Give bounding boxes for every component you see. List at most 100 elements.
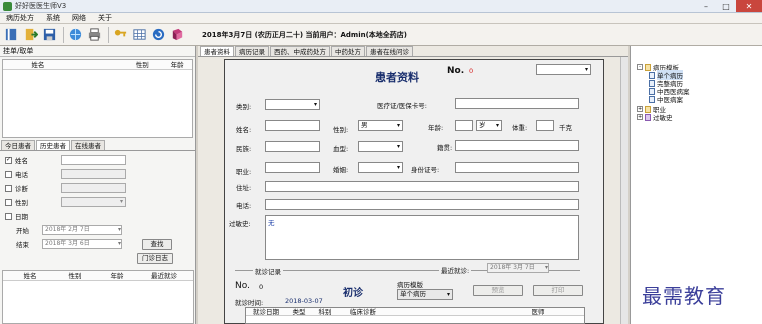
col-age[interactable]: 年龄	[162, 60, 192, 69]
recent-visit-label: 最近就诊:	[439, 265, 472, 275]
idcard-label: 身份证号:	[411, 166, 440, 174]
address-input[interactable]	[265, 181, 579, 192]
hist-col-gender[interactable]: 性别	[55, 271, 95, 280]
end-date-picker[interactable]: 2018年 3月 6日 ▾	[42, 239, 122, 249]
category-label: 类别:	[236, 103, 252, 111]
hist-col-name[interactable]: 姓名	[15, 271, 45, 280]
phone-checkbox[interactable]	[5, 170, 12, 178]
expand-icon[interactable]: +	[637, 114, 643, 120]
gender-select[interactable]: 男	[358, 120, 403, 131]
ethnic-input[interactable]	[265, 141, 320, 152]
tab-chinese-prescription[interactable]: 中药处方	[331, 46, 365, 56]
collapse-icon[interactable]: -	[637, 64, 643, 70]
allergy-textarea[interactable]: 无	[265, 215, 579, 260]
tab-online[interactable]: 在线患者	[71, 140, 105, 150]
key-icon[interactable]	[112, 26, 129, 43]
exit-icon[interactable]	[22, 26, 39, 43]
end-label: 结束	[16, 241, 29, 249]
col-gender[interactable]: 性别	[122, 60, 162, 69]
menu-network[interactable]: 网络	[66, 13, 92, 23]
gender-filter-select[interactable]: ▾	[61, 197, 126, 207]
age-unit-select[interactable]: 岁	[476, 120, 502, 131]
print-button[interactable]: 打印	[533, 285, 583, 296]
tab-history[interactable]: 历史患者	[36, 140, 70, 150]
tab-western-prescription[interactable]: 西药、中成药处方	[270, 46, 330, 56]
clinic-log-button[interactable]: 门诊日志	[137, 253, 173, 264]
left-panel: 挂单/取单 姓名 性别 年龄 今日患者 历史患者 在线患者 ✓ 姓名 电话 诊断…	[0, 46, 196, 324]
status-text: 2018年3月7日 (农历正月二十) 当前用户：Admin(本地全药店)	[202, 30, 407, 39]
book-icon[interactable]	[3, 26, 20, 43]
weight-input[interactable]	[536, 120, 554, 131]
refresh-icon[interactable]	[150, 26, 167, 43]
tab-today[interactable]: 今日患者	[1, 140, 35, 150]
date-checkbox[interactable]	[5, 212, 12, 220]
name-label: 姓名:	[236, 126, 252, 134]
hist-col-recent[interactable]: 最近就诊	[139, 271, 189, 280]
minimize-button[interactable]: –	[696, 0, 716, 12]
visit-col-doctor[interactable]: 医师	[528, 308, 548, 316]
marriage-label: 婚姻:	[333, 166, 349, 174]
diagnosis-checkbox[interactable]	[5, 184, 12, 192]
printer-icon[interactable]	[86, 26, 103, 43]
maximize-button[interactable]: □	[716, 0, 736, 12]
filter-gender-row: 性别 ▾	[0, 195, 195, 209]
record-tabs: 患者资料 病历记录 西药、中成药处方 中药处方 患者在线问诊	[198, 46, 628, 57]
ethnic-label: 民族:	[236, 145, 252, 153]
start-date-picker[interactable]: 2018年 2月 7日 ▾	[42, 225, 122, 235]
no-value: 0	[469, 67, 474, 75]
category-select[interactable]	[265, 99, 320, 110]
tool-icon	[645, 113, 651, 121]
visit-col-dept[interactable]: 科别	[312, 308, 338, 316]
name-input[interactable]	[265, 120, 320, 131]
search-button[interactable]: 查找	[142, 238, 172, 250]
weight-label: 体重:	[512, 124, 528, 132]
age-input[interactable]	[455, 120, 473, 131]
menu-system[interactable]: 系统	[40, 13, 66, 23]
tree-node-allergy[interactable]: + 过敏史	[637, 112, 673, 122]
address-label: 住址:	[236, 184, 252, 192]
tree-node-tcm-case[interactable]: 中医病案	[649, 94, 683, 104]
blood-select[interactable]	[358, 141, 403, 152]
form-scrollbar[interactable]	[620, 57, 628, 324]
close-button[interactable]: ✕	[736, 0, 762, 12]
form-dropdown[interactable]	[536, 64, 591, 75]
document-icon	[649, 95, 655, 103]
pending-list[interactable]: 姓名 性别 年龄	[2, 59, 193, 138]
age-label: 年龄:	[428, 124, 444, 132]
template-select[interactable]: 单个病历	[397, 289, 453, 300]
medicard-input[interactable]	[455, 98, 579, 109]
start-date-row: 开始 2018年 2月 7日 ▾	[0, 223, 195, 237]
help-book-icon[interactable]	[169, 26, 186, 43]
globe-icon[interactable]	[67, 26, 84, 43]
job-input[interactable]	[265, 162, 320, 173]
col-name[interactable]: 姓名	[13, 60, 63, 69]
preview-button[interactable]: 预览	[473, 285, 523, 296]
name-filter-input[interactable]	[61, 155, 126, 165]
visit-col-type[interactable]: 类型	[286, 308, 312, 316]
patient-tabs: 今日患者 历史患者 在线患者	[0, 140, 195, 151]
end-date-row: 结束 2018年 3月 6日 ▾ 查找	[0, 237, 195, 251]
idcard-input[interactable]	[455, 162, 579, 173]
name-checkbox[interactable]: ✓	[5, 156, 12, 164]
recent-visit-date[interactable]: 2018年 3月 7日 ▾	[487, 263, 549, 273]
native-input[interactable]	[455, 140, 579, 151]
marriage-select[interactable]	[358, 162, 403, 173]
visit-col-diagnosis[interactable]: 临床诊断	[338, 308, 388, 316]
hist-col-age[interactable]: 年龄	[95, 271, 139, 280]
phone-filter-input[interactable]	[61, 169, 126, 179]
grid-icon[interactable]	[131, 26, 148, 43]
gender-checkbox[interactable]	[5, 198, 12, 206]
medicard-label: 医疗证/医保卡号:	[377, 102, 427, 110]
diagnosis-filter-input[interactable]	[61, 183, 126, 193]
history-patient-list[interactable]: 姓名 性别 年龄 最近就诊	[2, 270, 194, 324]
visit-table[interactable]: 就诊日期 类型 科别 临床诊断 医师	[245, 307, 585, 324]
tab-patient-info[interactable]: 患者资料	[200, 46, 234, 56]
tab-online-consult[interactable]: 患者在线问诊	[366, 46, 413, 56]
phone-input[interactable]	[265, 199, 579, 210]
menu-records[interactable]: 病历处方	[0, 13, 40, 23]
first-visit-label: 初诊	[343, 288, 363, 299]
visit-col-date[interactable]: 就诊日期	[246, 308, 286, 316]
save-icon[interactable]	[41, 26, 58, 43]
menu-about[interactable]: 关于	[92, 13, 118, 23]
tab-medical-records[interactable]: 病历记录	[235, 46, 269, 56]
